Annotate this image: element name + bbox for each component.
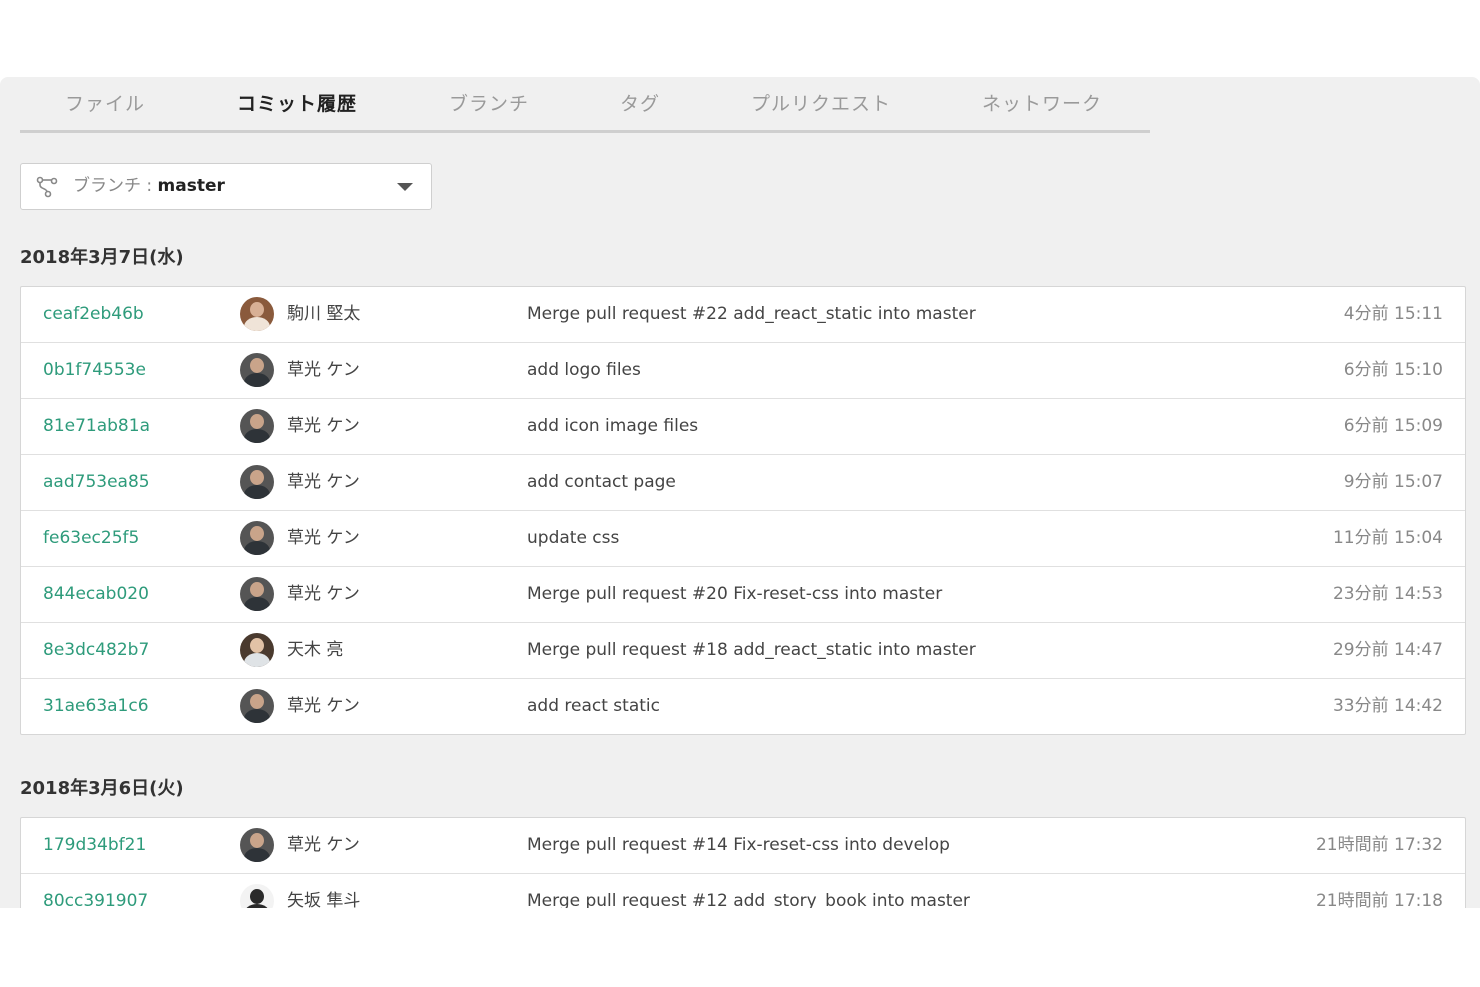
commit-time: 33分前 14:42 xyxy=(1332,696,1443,716)
commit-row[interactable]: 31ae63a1c6 草光 ケン add react static 33分前 1… xyxy=(21,678,1465,734)
tab-branches[interactable]: ブランチ xyxy=(404,77,574,130)
tab-commit-history[interactable]: コミット履歴 xyxy=(191,77,403,133)
chevron-down-icon xyxy=(397,183,413,191)
commit-row[interactable]: 0b1f74553e 草光 ケン add logo files 6分前 15:1… xyxy=(21,342,1465,398)
avatar xyxy=(240,521,274,555)
avatar xyxy=(240,465,274,499)
branch-icon xyxy=(36,176,58,198)
commit-time: 6分前 15:10 xyxy=(1343,360,1443,380)
commit-author: 駒川 堅太 xyxy=(287,304,361,324)
avatar xyxy=(240,633,274,667)
commit-history-panel: ファイル コミット履歴 ブランチ タグ プルリクエスト ネットワーク ブランチ … xyxy=(0,77,1480,908)
tab-network[interactable]: ネットワーク xyxy=(937,77,1147,130)
commit-row[interactable]: 81e71ab81a 草光 ケン add icon image files 6分… xyxy=(21,398,1465,454)
commit-row[interactable]: ceaf2eb46b 駒川 堅太 Merge pull request #22 … xyxy=(21,287,1465,342)
branch-selector-label: ブランチ : master xyxy=(73,164,225,209)
commit-author: 草光 ケン xyxy=(287,472,360,492)
commit-row[interactable]: 179d34bf21 草光 ケン Merge pull request #14 … xyxy=(21,818,1465,873)
commit-hash-link[interactable]: 8e3dc482b7 xyxy=(43,623,149,678)
commit-time: 21時間前 17:18 xyxy=(1315,891,1443,908)
tab-files[interactable]: ファイル xyxy=(20,77,190,130)
commit-hash-link[interactable]: aad753ea85 xyxy=(43,455,150,510)
commit-time: 4分前 15:11 xyxy=(1343,304,1443,324)
commit-time: 29分前 14:47 xyxy=(1332,640,1443,660)
commit-time: 6分前 15:09 xyxy=(1343,416,1443,436)
commit-message: Merge pull request #20 Fix-reset-css int… xyxy=(527,584,943,604)
commit-message: Merge pull request #18 add_react_static … xyxy=(527,640,976,660)
commit-row[interactable]: aad753ea85 草光 ケン add contact page 9分前 15… xyxy=(21,454,1465,510)
commit-row[interactable]: fe63ec25f5 草光 ケン update css 11分前 15:04 xyxy=(21,510,1465,566)
branch-selector[interactable]: ブランチ : master xyxy=(20,163,432,210)
commit-message: add react static xyxy=(527,696,660,716)
commit-time: 11分前 15:04 xyxy=(1332,528,1443,548)
avatar xyxy=(240,884,274,908)
avatar xyxy=(240,577,274,611)
commit-hash-link[interactable]: 81e71ab81a xyxy=(43,399,150,454)
commit-list: ceaf2eb46b 駒川 堅太 Merge pull request #22 … xyxy=(20,286,1466,735)
commit-author: 草光 ケン xyxy=(287,416,360,436)
commit-row[interactable]: 80cc391907 矢坂 隼斗 Merge pull request #12 … xyxy=(21,873,1465,908)
commit-message: add icon image files xyxy=(527,416,699,436)
avatar xyxy=(240,409,274,443)
commit-hash-link[interactable]: 31ae63a1c6 xyxy=(43,679,149,734)
commit-author: 天木 亮 xyxy=(287,640,344,660)
commit-time: 9分前 15:07 xyxy=(1343,472,1443,492)
commit-time: 21時間前 17:32 xyxy=(1315,835,1443,855)
tab-bar: ファイル コミット履歴 ブランチ タグ プルリクエスト ネットワーク xyxy=(20,77,1150,133)
tab-pull-requests[interactable]: プルリクエスト xyxy=(706,77,936,130)
branch-value: master xyxy=(157,176,225,196)
commit-time: 23分前 14:53 xyxy=(1332,584,1443,604)
commit-message: Merge pull request #12 add_story_book in… xyxy=(527,891,970,908)
commit-hash-link[interactable]: 80cc391907 xyxy=(43,874,148,908)
commit-message: Merge pull request #22 add_react_static … xyxy=(527,304,976,324)
commit-list: 179d34bf21 草光 ケン Merge pull request #14 … xyxy=(20,817,1466,908)
commit-message: add contact page xyxy=(527,472,676,492)
date-header: 2018年3月7日(水) xyxy=(20,247,184,268)
commit-row[interactable]: 8e3dc482b7 天木 亮 Merge pull request #18 a… xyxy=(21,622,1465,678)
commit-message: update css xyxy=(527,528,620,548)
commit-message: add logo files xyxy=(527,360,641,380)
branch-prefix: ブランチ : xyxy=(73,176,158,196)
commit-message: Merge pull request #14 Fix-reset-css int… xyxy=(527,835,950,855)
date-header: 2018年3月6日(火) xyxy=(20,778,184,799)
avatar xyxy=(240,689,274,723)
commit-row[interactable]: 844ecab020 草光 ケン Merge pull request #20 … xyxy=(21,566,1465,622)
commit-author: 草光 ケン xyxy=(287,528,360,548)
commit-author: 矢坂 隼斗 xyxy=(287,891,361,908)
commit-author: 草光 ケン xyxy=(287,696,360,716)
commit-author: 草光 ケン xyxy=(287,584,360,604)
commit-author: 草光 ケン xyxy=(287,360,360,380)
commit-hash-link[interactable]: fe63ec25f5 xyxy=(43,511,139,566)
commit-hash-link[interactable]: 0b1f74553e xyxy=(43,343,146,398)
avatar xyxy=(240,353,274,387)
commit-author: 草光 ケン xyxy=(287,835,360,855)
avatar xyxy=(240,297,274,331)
avatar xyxy=(240,828,274,862)
commit-hash-link[interactable]: ceaf2eb46b xyxy=(43,287,144,342)
tab-tags[interactable]: タグ xyxy=(575,77,705,130)
commit-hash-link[interactable]: 844ecab020 xyxy=(43,567,149,622)
tab-divider xyxy=(20,130,1150,133)
commit-hash-link[interactable]: 179d34bf21 xyxy=(43,818,146,873)
